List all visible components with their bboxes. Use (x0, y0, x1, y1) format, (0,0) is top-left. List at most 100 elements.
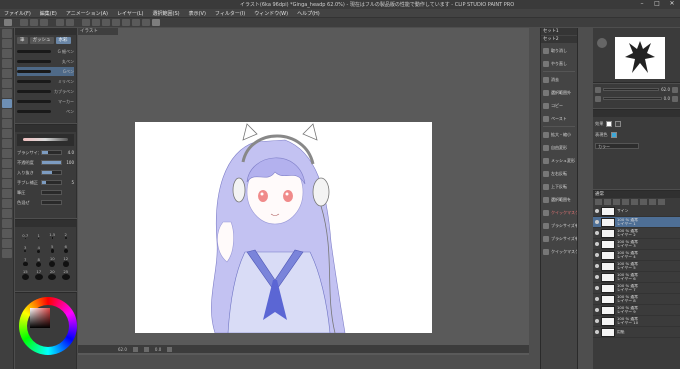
brush-size-option[interactable]: 0.7 (19, 230, 32, 241)
quick-access-item[interactable]: 自由変形 (541, 141, 577, 154)
brush-size-option[interactable]: 10 (46, 256, 59, 267)
brush-item[interactable]: カブラペン (17, 87, 74, 96)
subtool-tab-3[interactable]: 水彩 (55, 37, 71, 44)
menu-selection[interactable]: 選択範囲(S) (153, 10, 180, 17)
reference-icon[interactable] (640, 199, 647, 205)
zoom-in-icon[interactable] (132, 346, 138, 352)
brush-size-option[interactable]: 12 (60, 256, 73, 267)
quick-access-item[interactable]: 取り消し (541, 44, 577, 57)
navigator-tool-icon[interactable] (597, 38, 607, 48)
zoom-tool-icon[interactable] (2, 29, 12, 38)
clip-icon[interactable] (631, 199, 638, 205)
quick-access-item[interactable]: 選択範囲外 (541, 86, 577, 99)
select-all-icon[interactable] (122, 19, 130, 26)
visibility-eye-icon[interactable] (595, 264, 599, 268)
quick-access-set-2[interactable]: セット2 (541, 36, 577, 43)
frame-border-icon[interactable] (2, 199, 12, 208)
visibility-eye-icon[interactable] (595, 286, 599, 290)
canvas-tab[interactable]: イラスト (78, 28, 118, 35)
quick-access-item[interactable]: コピー (541, 99, 577, 112)
new-folder-icon[interactable] (613, 199, 620, 205)
subtool-tab-2[interactable]: ガッシュ (29, 37, 54, 44)
brush-item[interactable]: ペン (17, 107, 74, 116)
visibility-eye-icon[interactable] (595, 319, 599, 323)
ruler-tool-icon[interactable] (2, 209, 12, 218)
brush-icon[interactable] (2, 119, 12, 128)
property-slider[interactable] (41, 150, 62, 155)
layer-row[interactable]: サイン (593, 206, 680, 217)
navigator-thumbnail[interactable] (615, 37, 665, 79)
menu-filter[interactable]: フィルター(I) (215, 10, 245, 17)
zoom-slider[interactable] (603, 88, 660, 91)
visibility-eye-icon[interactable] (595, 209, 599, 213)
gradient-icon[interactable] (2, 179, 12, 188)
brush-size-option[interactable]: 1.5 (46, 230, 59, 241)
balloon-icon[interactable] (2, 229, 12, 238)
brush-item[interactable]: ミリペン (17, 77, 74, 86)
layer-row[interactable]: 用紙 (593, 327, 680, 338)
property-slider[interactable] (41, 160, 62, 165)
quick-access-item[interactable]: ブラシサイズを (541, 219, 577, 232)
pen-icon[interactable] (2, 99, 12, 108)
visibility-eye-icon[interactable] (595, 231, 599, 235)
quick-access-item[interactable]: 選択範囲を (541, 193, 577, 206)
minimize-button[interactable]: – (638, 1, 646, 7)
canvas-area[interactable]: イラスト (78, 28, 529, 355)
open-file-icon[interactable] (30, 19, 38, 26)
eraser-icon[interactable] (2, 149, 12, 158)
menu-edit[interactable]: 編集(E) (40, 10, 57, 17)
menu-view[interactable]: 表示(V) (189, 10, 206, 17)
rotate-right-icon[interactable] (672, 95, 678, 102)
expression-color-select[interactable]: カラー (595, 142, 639, 149)
brush-size-option[interactable]: 25 (60, 269, 73, 280)
save-icon[interactable] (40, 19, 48, 26)
correct-line-icon[interactable] (2, 239, 12, 248)
blend-mode-header[interactable]: 通常 (593, 191, 680, 198)
visibility-eye-icon[interactable] (595, 220, 599, 224)
brush-size-option[interactable]: 3 (19, 243, 32, 254)
move-tool-icon[interactable] (2, 39, 12, 48)
ruler-icon[interactable] (142, 19, 150, 26)
visibility-eye-icon[interactable] (595, 297, 599, 301)
auto-select-icon[interactable] (2, 79, 12, 88)
menu-help[interactable]: ヘルプ(H) (297, 10, 320, 17)
brush-size-option[interactable]: 8 (33, 256, 46, 267)
rotate-icon[interactable] (167, 346, 173, 352)
property-slider[interactable] (41, 170, 62, 175)
brush-size-option[interactable]: 4 (33, 243, 46, 254)
quick-access-item[interactable]: 左右反転 (541, 167, 577, 180)
deselect-icon[interactable] (102, 19, 110, 26)
quick-access-item[interactable]: 消去 (541, 73, 577, 86)
visibility-eye-icon[interactable] (595, 253, 599, 257)
property-slider[interactable] (41, 200, 62, 205)
layer-row[interactable]: 100 % 通常 レイヤー 6 (593, 272, 680, 283)
figure-icon[interactable] (2, 189, 12, 198)
layer-row[interactable]: 100 % 通常 レイヤー 8 (593, 294, 680, 305)
visibility-eye-icon[interactable] (595, 330, 599, 334)
layer-row[interactable]: 100 % 通常 レイヤー 9 (593, 305, 680, 316)
layer-row[interactable]: 100 % 通常 レイヤー 5 (593, 261, 680, 272)
app-logo-icon[interactable] (4, 19, 12, 26)
effect-border-icon[interactable] (606, 120, 613, 127)
brush-size-option[interactable]: 15 (19, 269, 32, 280)
zoom-in-icon[interactable] (672, 86, 678, 93)
layer-row[interactable]: 100 % 通常 レイヤー 1 (593, 217, 680, 228)
help-icon[interactable] (152, 19, 160, 26)
transform-icon[interactable] (92, 19, 100, 26)
quick-access-item[interactable]: クイックマスク (541, 245, 577, 258)
layer-row[interactable]: 100 % 通常 レイヤー 2 (593, 228, 680, 239)
brush-size-option[interactable]: 1 (33, 230, 46, 241)
brush-size-option[interactable]: 2 (60, 230, 73, 241)
layer-row[interactable]: 100 % 通常 レイヤー 7 (593, 283, 680, 294)
quick-access-item[interactable]: やり直し (541, 57, 577, 70)
selection-icon[interactable] (2, 69, 12, 78)
visibility-eye-icon[interactable] (595, 275, 599, 279)
rotate-left-icon[interactable] (595, 95, 601, 102)
brush-item[interactable]: G 細ペン (17, 47, 74, 56)
brush-size-option[interactable]: 17 (33, 269, 46, 280)
decoration-icon[interactable] (2, 139, 12, 148)
visibility-eye-icon[interactable] (595, 242, 599, 246)
property-slider[interactable] (41, 190, 62, 195)
redo-icon[interactable] (66, 19, 74, 26)
effect-tone-icon[interactable] (615, 120, 622, 127)
